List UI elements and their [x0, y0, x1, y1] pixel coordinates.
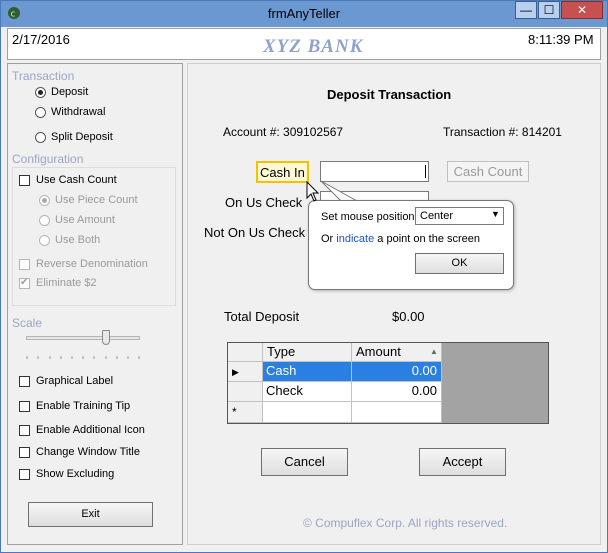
- configuration-section-title: Configuration: [12, 152, 84, 166]
- on-us-check-label: On Us Check: [225, 195, 303, 210]
- cancel-button[interactable]: Cancel: [261, 448, 348, 476]
- reverse-denomination-label: Reverse Denomination: [36, 258, 148, 270]
- cash-count-button[interactable]: Cash Count: [447, 161, 529, 182]
- grid-corner: [228, 343, 263, 362]
- reverse-denomination-checkbox[interactable]: [19, 259, 30, 270]
- enable-training-tip-label: Enable Training Tip: [36, 400, 131, 412]
- maximize-button[interactable]: ☐: [538, 1, 560, 19]
- grid-row-header[interactable]: [228, 382, 263, 402]
- not-on-us-check-label: Not On Us Check: [204, 225, 306, 240]
- use-cash-count-label: Use Cash Count: [36, 174, 117, 186]
- change-window-title-label: Change Window Title: [36, 446, 140, 458]
- scale-section-title: Scale: [12, 316, 43, 330]
- text-caret: [425, 165, 426, 178]
- current-row-icon: ▶: [232, 367, 239, 377]
- grid-header-type[interactable]: Type: [263, 343, 352, 362]
- ok-button[interactable]: OK: [415, 253, 504, 274]
- change-window-title-checkbox[interactable]: [19, 447, 30, 458]
- withdrawal-radio[interactable]: [35, 107, 46, 118]
- app-window: c frmAnyTeller — ☐ ✕ 2/17/2016 XYZ BANK …: [0, 0, 608, 553]
- cash-in-label: Cash In: [260, 165, 305, 180]
- grid-header-amount-label: Amount: [356, 344, 401, 359]
- deposit-heading: Deposit Transaction: [327, 87, 452, 102]
- set-mouse-position-label: Set mouse position: [321, 211, 415, 223]
- enable-additional-icon-label: Enable Additional Icon: [36, 424, 145, 436]
- transaction-number: Transaction #: 814201: [443, 125, 562, 139]
- deposit-radio[interactable]: [35, 87, 46, 98]
- grid-header-amount[interactable]: Amount ▲: [352, 343, 442, 362]
- scale-slider-track[interactable]: [26, 336, 140, 340]
- graphical-label-label: Graphical Label: [36, 375, 114, 387]
- use-amount-radio[interactable]: [39, 215, 50, 226]
- header-bar: 2/17/2016 XYZ BANK 8:11:39 PM: [7, 28, 601, 60]
- mouse-position-popup: Set mouse position Center ▼ Or indicate …: [308, 200, 514, 290]
- maximize-icon: ☐: [543, 3, 555, 17]
- close-button[interactable]: ✕: [561, 1, 603, 19]
- deposit-label: Deposit: [51, 86, 89, 98]
- total-deposit-value: $0.00: [392, 309, 425, 324]
- use-cash-count-checkbox[interactable]: [19, 175, 30, 186]
- use-both-radio[interactable]: [39, 235, 50, 246]
- total-deposit-label: Total Deposit: [224, 309, 300, 324]
- grid-row-header[interactable]: ▶: [228, 362, 263, 382]
- eliminate-2-checkbox[interactable]: ✔: [19, 277, 30, 289]
- show-excluding-label: Show Excluding: [36, 468, 115, 480]
- grid-cell-amount[interactable]: 0.00: [352, 382, 442, 402]
- accept-button[interactable]: Accept: [419, 448, 506, 476]
- grid-cell-amount-new[interactable]: [352, 402, 442, 423]
- or-text: Or: [321, 233, 334, 245]
- use-amount-label: Use Amount: [55, 214, 115, 226]
- enable-training-tip-checkbox[interactable]: [19, 401, 30, 412]
- copyright-text: © Compuflex Corp. All rights reserved.: [303, 516, 508, 530]
- minimize-icon: —: [520, 3, 532, 17]
- use-piece-count-label: Use Piece Count: [55, 194, 138, 206]
- date-label: 2/17/2016: [12, 32, 70, 47]
- minimize-button[interactable]: —: [515, 1, 537, 19]
- mouse-position-select[interactable]: Center ▼: [415, 207, 504, 225]
- enable-additional-icon-checkbox[interactable]: [19, 425, 30, 436]
- indicate-rest-text: a point on the screen: [377, 233, 481, 245]
- grid-row-header[interactable]: *: [228, 402, 263, 423]
- checkmark-icon: ✔: [20, 277, 29, 288]
- options-panel: Transaction Deposit Withdrawal Split Dep…: [7, 63, 183, 545]
- new-row-icon: *: [232, 405, 237, 419]
- grid-cell-type-new[interactable]: [263, 402, 352, 423]
- withdrawal-label: Withdrawal: [51, 106, 106, 118]
- use-both-label: Use Both: [55, 234, 101, 246]
- scale-slider-thumb[interactable]: [101, 330, 110, 345]
- mouse-cursor-icon: [306, 181, 320, 202]
- eliminate-2-label: Eliminate $2: [36, 277, 97, 289]
- dropdown-arrow-icon: ▼: [491, 209, 500, 219]
- grid-cell-type[interactable]: Check: [263, 382, 352, 402]
- grid-cell-amount[interactable]: 0.00: [352, 362, 442, 382]
- title-bar[interactable]: c frmAnyTeller — ☐ ✕: [1, 1, 607, 27]
- exit-button[interactable]: Exit: [28, 502, 153, 527]
- bank-name: XYZ BANK: [263, 36, 364, 57]
- indicate-link[interactable]: indicate: [336, 233, 374, 245]
- time-label: 8:11:39 PM: [528, 32, 594, 47]
- split-deposit-radio[interactable]: [35, 132, 46, 143]
- grid-cell-type[interactable]: Cash: [263, 362, 352, 382]
- mouse-position-value: Center: [420, 210, 454, 222]
- sort-ascending-icon: ▲: [430, 347, 438, 356]
- graphical-label-checkbox[interactable]: [19, 376, 30, 387]
- show-excluding-checkbox[interactable]: [19, 469, 30, 480]
- account-number: Account #: 309102567: [223, 125, 344, 139]
- close-icon: ✕: [576, 3, 588, 17]
- split-deposit-label: Split Deposit: [51, 131, 113, 143]
- scale-slider-ticks: [26, 348, 140, 359]
- transaction-section-title: Transaction: [12, 69, 75, 83]
- deposit-grid[interactable]: Type Amount ▲ ▶ Cash 0.00 Check 0.00 *: [227, 342, 549, 424]
- indicate-instruction: Or indicate a point on the screen: [321, 233, 480, 245]
- use-piece-count-radio[interactable]: [39, 195, 50, 206]
